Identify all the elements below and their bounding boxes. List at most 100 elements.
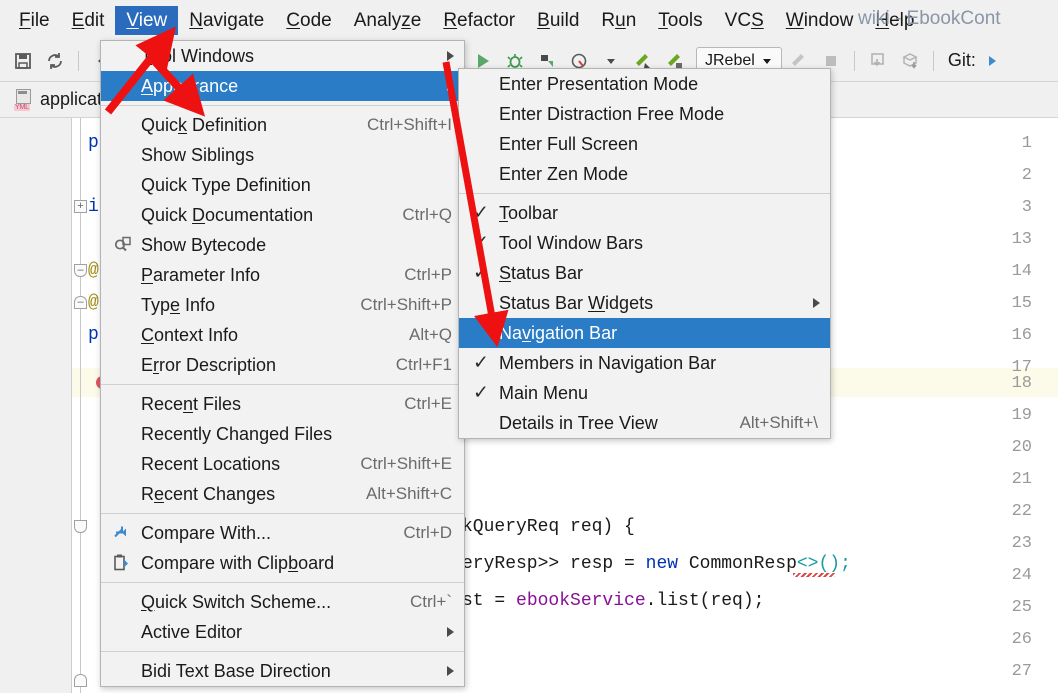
menu-item-show-siblings[interactable]: Show Siblings <box>101 140 464 170</box>
menu-item-recently-changed-files[interactable]: Recently Changed Files <box>101 419 464 449</box>
menubar-label-build: uild <box>549 9 580 31</box>
checkmark-icon: ✓ <box>473 262 489 284</box>
menu-item-label: Recent Changes <box>141 483 276 504</box>
menu-item-label: ool Windows <box>152 45 255 66</box>
menubar-item-vcs[interactable]: VCS <box>714 6 775 35</box>
submenu-arrow-icon <box>447 627 454 637</box>
menu-item-details-in-tree-view[interactable]: Details in Tree View Alt+Shift+\ <box>459 408 830 438</box>
menu-item-main-menu[interactable]: ✓ Main Menu <box>459 378 830 408</box>
menu-item-active-editor[interactable]: Active Editor <box>101 617 464 647</box>
fold-collapse-icon[interactable] <box>74 520 87 533</box>
yml-file-icon: YML <box>14 88 34 111</box>
menu-item-label: Details in Tree View <box>499 412 658 433</box>
menu-item-quick-type-definition[interactable]: Quick Type Definition <box>101 170 464 200</box>
menu-item-accelerator: Alt+Shift+C <box>366 484 452 503</box>
code-line-24: st = ebookService.list(req); <box>462 592 764 610</box>
menu-item-recent-locations[interactable]: Recent Locations Ctrl+Shift+E <box>101 449 464 479</box>
menu-item-enter-zen-mode[interactable]: Enter Zen Mode <box>459 159 830 189</box>
menubar-item-view[interactable]: View <box>115 5 179 35</box>
menu-item-accelerator: Ctrl+E <box>404 394 452 413</box>
code-token: eryResp>> resp = <box>462 554 646 574</box>
menu-item-tool-windows[interactable]: Tool Windows <box>101 41 464 71</box>
menu-item-show-bytecode[interactable]: Show Bytecode <box>101 230 464 260</box>
fold-collapse-icon[interactable]: – <box>74 296 87 309</box>
menubar-item-edit[interactable]: Edit <box>61 6 116 35</box>
menu-item-label: Quick Type Definition <box>141 174 311 195</box>
line-number: 21 <box>1011 470 1032 489</box>
menu-item-label: Context Info <box>141 324 239 345</box>
menubar-item-analyze[interactable]: Analyze <box>343 6 433 35</box>
line-number: 14 <box>1011 262 1032 281</box>
line-number: 3 <box>1021 198 1032 217</box>
jrebel-config-label: JRebel <box>705 51 755 69</box>
menu-item-label: Status Bar Widgets <box>499 292 654 313</box>
menu-item-accelerator: Ctrl+Q <box>402 205 452 224</box>
menubar-item-build[interactable]: Build <box>526 6 590 35</box>
menu-item-enter-presentation-mode[interactable]: Enter Presentation Mode <box>459 69 830 99</box>
line-number: 25 <box>1011 598 1032 617</box>
appearance-submenu-popup[interactable]: Enter Presentation Mode Enter Distractio… <box>458 68 831 439</box>
line-number: 19 <box>1011 406 1032 425</box>
menu-item-members-in-navigation-bar[interactable]: ✓ Members in Navigation Bar <box>459 348 830 378</box>
menu-item-label: Error Description <box>141 354 277 375</box>
menu-item-quick-switch-scheme[interactable]: Quick Switch Scheme... Ctrl+` <box>101 587 464 617</box>
menu-item-accelerator: Ctrl+P <box>404 265 452 284</box>
git-branch-icon[interactable] <box>978 46 1008 76</box>
commit-icon[interactable] <box>895 46 925 76</box>
menu-item-error-description[interactable]: Error Description Ctrl+F1 <box>101 350 464 380</box>
main-menu-bar: File Edit View Navigate Code Analyze Ref… <box>0 0 1058 40</box>
menu-item-enter-distraction-free-mode[interactable]: Enter Distraction Free Mode <box>459 99 830 129</box>
menu-item-appearance[interactable]: Appearance <box>101 71 464 101</box>
view-menu-popup[interactable]: Tool Windows Appearance Quick Definition… <box>100 40 465 687</box>
menu-item-type-info[interactable]: Type Info Ctrl+Shift+P <box>101 290 464 320</box>
menu-item-context-info[interactable]: Context Info Alt+Q <box>101 320 464 350</box>
fold-expand-icon[interactable]: + <box>74 200 87 213</box>
menu-item-quick-definition[interactable]: Quick Definition Ctrl+Shift+I <box>101 110 464 140</box>
menu-item-label: Quick Documentation <box>141 204 314 225</box>
code-token-keyword: new <box>645 554 679 574</box>
bytecode-icon <box>113 236 132 255</box>
window-title: wiki - EbookCont <box>858 8 1001 29</box>
menu-item-compare-with[interactable]: Compare With... Ctrl+D <box>101 518 464 548</box>
menu-item-navigation-bar[interactable]: Navigation Bar <box>459 318 830 348</box>
tab-application-yml[interactable]: YML applicat <box>6 85 110 115</box>
menu-item-label: Enter Zen Mode <box>499 163 629 184</box>
code-token-method: ebookService <box>516 591 646 611</box>
menu-item-bidi-text-base-direction[interactable]: Bidi Text Base Direction <box>101 656 464 686</box>
menu-separator <box>459 193 830 194</box>
update-project-icon[interactable] <box>863 46 893 76</box>
menu-item-recent-files[interactable]: Recent Files Ctrl+E <box>101 389 464 419</box>
menu-item-label: Enter Distraction Free Mode <box>499 103 725 124</box>
menu-item-tool-window-bars[interactable]: ✓ Tool Window Bars <box>459 228 830 258</box>
menu-item-label: Parameter Info <box>141 264 261 285</box>
menu-item-parameter-info[interactable]: Parameter Info Ctrl+P <box>101 260 464 290</box>
git-label: Git: <box>947 50 976 70</box>
code-line-23: eryResp>> resp = new CommonResp<>(); <box>462 555 851 573</box>
submenu-arrow-icon <box>447 51 454 61</box>
menu-item-label: Show Siblings <box>141 144 255 165</box>
fold-collapse-icon[interactable]: – <box>74 264 87 277</box>
menu-item-toolbar[interactable]: ✓ Toolbar <box>459 198 830 228</box>
menubar-item-window[interactable]: Window <box>775 6 865 35</box>
fold-collapse-icon[interactable] <box>74 674 87 687</box>
menu-item-status-bar-widgets[interactable]: Status Bar Widgets <box>459 288 830 318</box>
menu-item-label: Enter Presentation Mode <box>499 73 699 94</box>
menu-item-accelerator: Ctrl+F1 <box>395 355 452 374</box>
sync-icon[interactable] <box>40 46 70 76</box>
menubar-item-code[interactable]: Code <box>275 6 342 35</box>
menu-item-accelerator: Ctrl+Shift+I <box>366 115 452 134</box>
menu-item-label: Tool Window Bars <box>499 232 644 253</box>
menu-item-enter-full-screen[interactable]: Enter Full Screen <box>459 129 830 159</box>
menubar-item-refactor[interactable]: Refactor <box>432 6 526 35</box>
menu-item-recent-changes[interactable]: Recent Changes Alt+Shift+C <box>101 479 464 509</box>
menu-item-compare-with-clipboard[interactable]: Compare with Clipboard <box>101 548 464 578</box>
menubar-item-run[interactable]: Run <box>590 6 647 35</box>
menu-item-status-bar[interactable]: ✓ Status Bar <box>459 258 830 288</box>
menu-item-quick-documentation[interactable]: Quick Documentation Ctrl+Q <box>101 200 464 230</box>
menubar-item-file[interactable]: File <box>8 6 61 35</box>
menubar-item-tools[interactable]: Tools <box>647 6 713 35</box>
intellij-window: File Edit View Navigate Code Analyze Ref… <box>0 0 1058 693</box>
save-icon[interactable] <box>8 46 38 76</box>
menubar-item-navigate[interactable]: Navigate <box>178 6 275 35</box>
editor-gutter[interactable] <box>0 118 72 693</box>
